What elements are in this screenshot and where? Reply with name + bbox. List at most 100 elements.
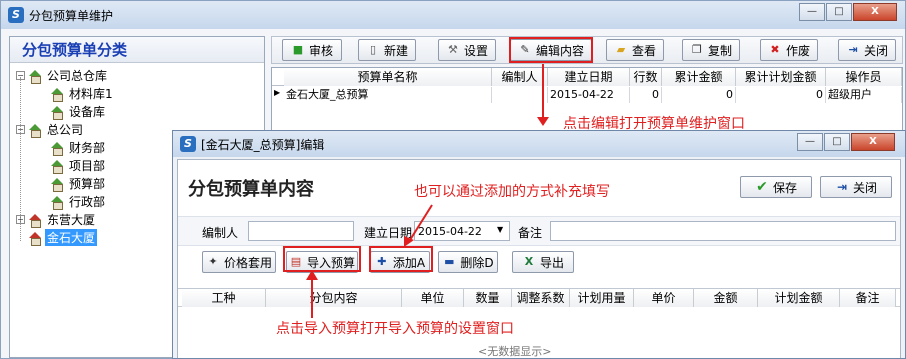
author-label: 编制人: [202, 226, 239, 240]
add-highlight-box: [369, 246, 433, 272]
save-button[interactable]: ✔ 保存: [740, 176, 812, 198]
action-button[interactable]: X 导出: [512, 251, 574, 273]
building-icon: [50, 105, 64, 120]
building-icon: [50, 141, 64, 156]
date-label: 建立日期: [364, 226, 413, 240]
form-row: 编制人 建立日期 ▼ 备注: [178, 216, 900, 246]
category-panel-heading: 分包预算单分类: [10, 37, 264, 63]
date-dropdown-icon[interactable]: ▼: [497, 225, 503, 234]
date-input[interactable]: [414, 221, 510, 241]
table-cell[interactable]: 超级用户: [826, 87, 902, 103]
row-marker-icon: ▶: [274, 88, 281, 97]
x-icon: ✖: [770, 43, 780, 56]
tree-node[interactable]: 项目部: [50, 157, 107, 174]
detail-column-header[interactable]: 工种: [182, 289, 266, 307]
table-cell[interactable]: 0: [736, 87, 826, 103]
copy-icon: ❐: [692, 43, 702, 56]
toolbar-button-label: 关闭: [863, 43, 888, 58]
tree-node-label: 行政部: [69, 195, 106, 209]
grid-column-header[interactable]: 建立日期: [548, 68, 630, 86]
action-button-label: 导出: [539, 255, 564, 270]
empty-grid-text: <无数据显示>: [478, 345, 552, 358]
table-cell[interactable]: 金石大厦_总预算: [284, 87, 492, 103]
add-annotation: 也可以通过添加的方式补充填写: [414, 184, 610, 200]
price-icon: ✦: [208, 255, 218, 268]
minimize-button[interactable]: —: [799, 3, 825, 21]
remark-label: 备注: [518, 226, 543, 240]
building-icon: [50, 177, 64, 192]
tree-node-label: 项目部: [69, 159, 106, 173]
check-icon: ■: [292, 43, 304, 56]
building-icon: [50, 159, 64, 174]
tree-node[interactable]: 金石大厦: [16, 229, 98, 246]
edit-arrow-head: [537, 117, 549, 126]
grid-column-header[interactable]: 累计计划金额: [736, 68, 826, 86]
editor-minimize-button[interactable]: —: [797, 133, 823, 151]
edit-highlight-box: [509, 37, 593, 63]
grid-column-header[interactable]: 预算单名称: [284, 68, 492, 86]
grid-column-header[interactable]: 操作员: [826, 68, 902, 86]
tree-node[interactable]: + 东营大厦: [16, 211, 97, 228]
toolbar-button[interactable]: ■ 审核: [282, 39, 342, 61]
toolbar-button[interactable]: ▯ 新建: [358, 39, 416, 61]
toolbar-button-label: 查看: [631, 43, 656, 58]
detail-column-header[interactable]: 备注: [840, 289, 896, 307]
detail-column-header[interactable]: 计划金额: [758, 289, 840, 307]
table-cell[interactable]: 0: [662, 87, 736, 103]
tree-node-label: 东营大厦: [47, 213, 96, 227]
building-icon: [28, 123, 42, 138]
app-logo-icon: S: [8, 7, 24, 23]
detail-column-header[interactable]: 金额: [694, 289, 758, 307]
detail-column-header[interactable]: 分包内容: [266, 289, 402, 307]
tree-node-label: 材料库1: [69, 87, 113, 101]
action-button[interactable]: ✦ 价格套用: [202, 251, 276, 273]
tree-node[interactable]: − 公司总仓库: [16, 67, 109, 84]
detail-column-header[interactable]: 单价: [634, 289, 694, 307]
table-cell[interactable]: 2015-04-22: [548, 87, 630, 103]
table-cell[interactable]: [492, 87, 548, 103]
action-button-label: 删除D: [460, 255, 494, 270]
grid-column-header[interactable]: 行数: [630, 68, 662, 86]
tree-node[interactable]: 设备库: [50, 103, 107, 120]
tree-node[interactable]: 预算部: [50, 175, 107, 192]
wrench-icon: ⚒: [448, 43, 458, 56]
detail-column-header[interactable]: 单位: [402, 289, 464, 307]
tree-node[interactable]: − 总公司: [16, 121, 85, 138]
remark-input[interactable]: [550, 221, 896, 241]
grid-column-header[interactable]: 编制人: [492, 68, 548, 86]
toolbar-button-label: 新建: [383, 43, 408, 58]
detail-column-header[interactable]: 调整系数: [512, 289, 570, 307]
save-check-icon: ✔: [756, 179, 768, 195]
excel-icon: X: [524, 255, 534, 268]
close-window-button[interactable]: X: [853, 3, 897, 21]
folder-open-icon: ▰: [616, 43, 626, 56]
toolbar-button[interactable]: ✖ 作废: [760, 39, 818, 61]
toolbar-button[interactable]: ▰ 查看: [606, 39, 664, 61]
toolbar-button[interactable]: ⇥ 关闭: [838, 39, 896, 61]
tree-node[interactable]: 材料库1: [50, 85, 115, 102]
tree-node-label: 设备库: [69, 105, 106, 119]
author-input[interactable]: [248, 221, 354, 241]
toolbar-button[interactable]: ❐ 复制: [682, 39, 740, 61]
grid-column-header[interactable]: 累计金额: [662, 68, 736, 86]
editor-close-button[interactable]: ⇥ 关闭: [820, 176, 892, 198]
editor-maximize-button[interactable]: □: [824, 133, 850, 151]
toolbar-button-label: 设置: [463, 43, 488, 58]
detail-column-header[interactable]: 数量: [464, 289, 512, 307]
new-doc-icon: ▯: [369, 43, 377, 56]
editor-heading: 分包预算单内容: [188, 179, 314, 200]
tree-node[interactable]: 财务部: [50, 139, 107, 156]
detail-column-header[interactable]: 计划用量: [570, 289, 634, 307]
table-cell[interactable]: 0: [630, 87, 662, 103]
tree-node[interactable]: 行政部: [50, 193, 107, 210]
tree-node-label: 财务部: [69, 141, 106, 155]
building-icon: [28, 213, 42, 228]
action-button[interactable]: ▬ 删除D: [438, 251, 498, 273]
tree-node-label: 公司总仓库: [47, 69, 108, 83]
editor-close-window-button[interactable]: X: [851, 133, 895, 151]
exit-icon: ⇥: [848, 43, 858, 56]
action-button-label: 价格套用: [223, 255, 272, 270]
toolbar-button[interactable]: ⚒ 设置: [438, 39, 496, 61]
maximize-button[interactable]: □: [826, 3, 852, 21]
building-icon: [28, 69, 42, 84]
